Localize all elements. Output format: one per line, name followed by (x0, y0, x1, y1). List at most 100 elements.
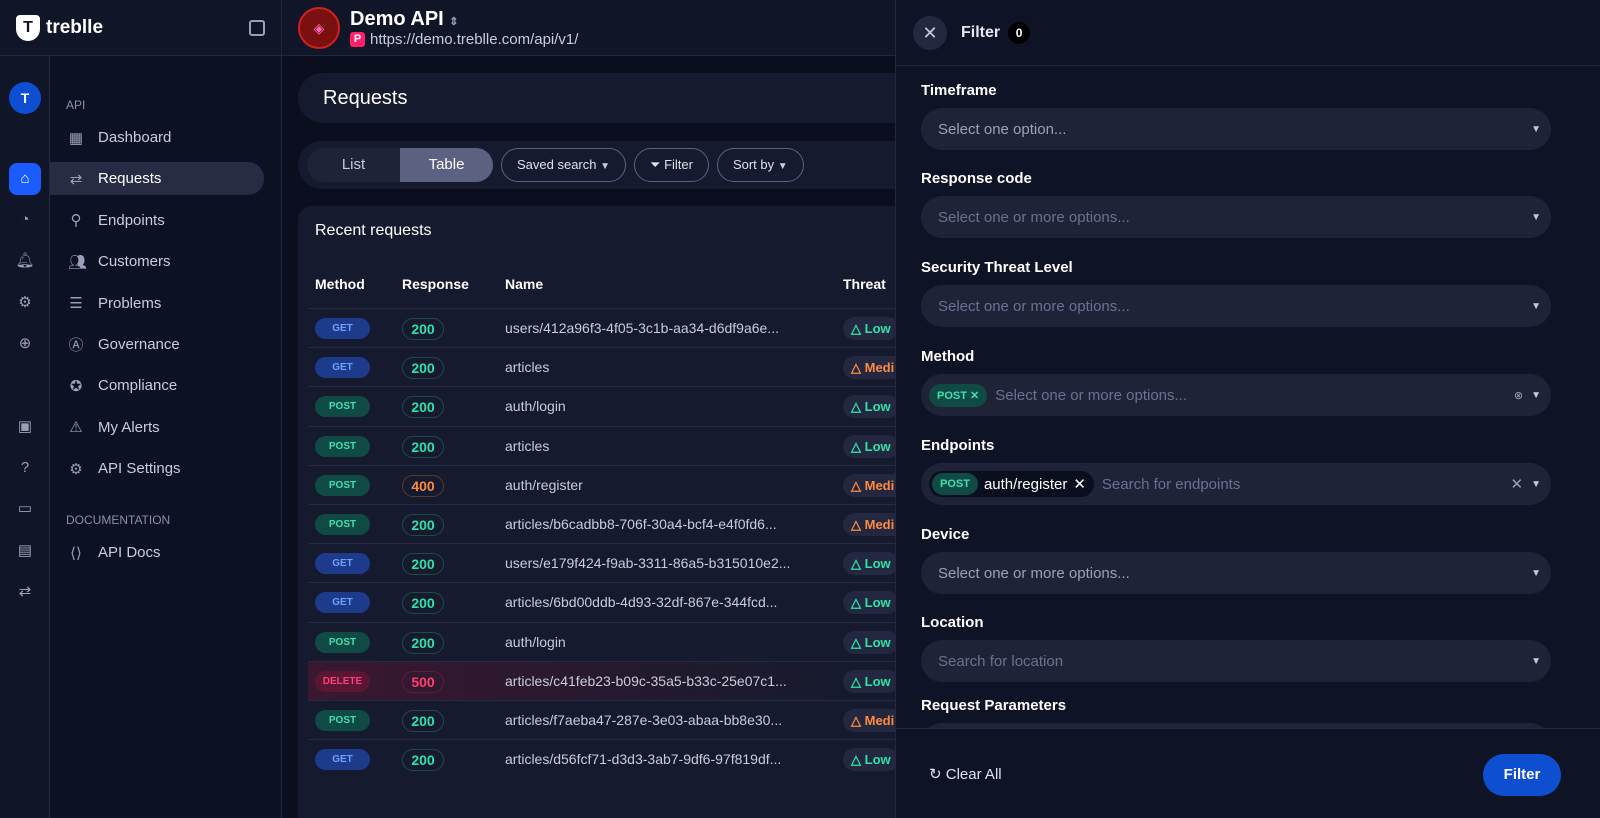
file-code-icon: ⟨⟩ (70, 544, 82, 562)
remove-icon[interactable]: ✕ (1073, 475, 1086, 493)
table-row[interactable]: GET 200 users/412a96f3-4f05-3c1b-aa34-d6… (308, 308, 902, 347)
select-input[interactable]: Select one or more options... ▼ (921, 552, 1551, 594)
placeholder: Select one or more options... (938, 564, 1130, 582)
environment-badge: P (350, 31, 365, 47)
gear-icon[interactable]: ⚙ (9, 287, 41, 319)
select-input[interactable]: Select one or more options... ▼ (921, 196, 1551, 238)
apply-filter-button[interactable]: Filter (1483, 754, 1561, 796)
sort-by-button[interactable]: Sort by ▼ (716, 148, 804, 182)
saved-search-label: Saved search (517, 157, 597, 172)
clear-icon[interactable]: ⊗ (1514, 389, 1523, 402)
triangle-icon: △ (851, 360, 861, 376)
select-input[interactable]: Select one option... ▼ (921, 108, 1551, 150)
table-row[interactable]: POST 200 articles/f7aeba47-287e-3e03-aba… (308, 700, 902, 739)
users-icon: 👥︎ (68, 253, 88, 271)
select-input[interactable]: POST auth/register ✕ Search for endpoints ✕ ▼ (921, 463, 1551, 505)
saved-search-button[interactable]: Saved search ▼ (501, 148, 627, 182)
sidebar-item-customers[interactable]: 👥︎ Customers (50, 245, 264, 278)
sidebar-item-dashboard[interactable]: ▦ Dashboard (50, 121, 264, 154)
table-row[interactable]: POST 200 articles/b6cadbb8-706f-30a4-bcf… (308, 504, 902, 543)
table-row[interactable]: GET 200 articles △ Medium (308, 347, 902, 386)
chat-icon[interactable]: ▭ (9, 493, 41, 525)
threat-badge: △ Medium (843, 709, 902, 732)
caret-down-icon: ▼ (1531, 567, 1541, 579)
docs-icon[interactable]: ▤ (9, 535, 41, 567)
main-content: Requests List Table Saved search ▼ ⏷ Fil… (282, 56, 902, 818)
filter-icon: ⏷ (650, 157, 661, 172)
tab-table[interactable]: Table (400, 148, 493, 182)
column-response[interactable]: Response (402, 276, 469, 292)
method-badge: POST (315, 710, 370, 731)
request-name: users/412a96f3-4f05-3c1b-aa34-d6df9a6e..… (505, 320, 779, 336)
table-row[interactable]: GET 200 articles/6bd00ddb-4d93-32df-867e… (308, 582, 902, 621)
bell-icon[interactable]: 🔔︎ (9, 245, 41, 277)
table-row[interactable]: POST 200 articles △ Low (308, 425, 902, 465)
table-row[interactable]: POST 200 auth/login △ Low (308, 386, 902, 425)
caret-down-icon: ▼ (777, 161, 788, 172)
threat-badge: △ Low (843, 669, 899, 693)
filter-label: Filter (664, 157, 693, 172)
treblle-logo[interactable]: Ttreblle (16, 14, 103, 41)
analytics-icon[interactable]: ◔ (9, 204, 41, 236)
sidebar-item-endpoints[interactable]: ⚲ Endpoints (50, 204, 264, 237)
sidebar-item-problems[interactable]: ☰ Problems (50, 287, 264, 320)
triangle-icon: △ (851, 321, 861, 336)
api-switcher[interactable]: Demo API ⇕ (350, 8, 578, 31)
table-row[interactable]: POST 200 auth/login △ Low (308, 621, 902, 661)
request-name: users/e179f424-f9ab-3311-86a5-b315010e2.… (505, 555, 791, 572)
sort-label: Sort by (732, 157, 775, 172)
tab-list[interactable]: List (307, 148, 400, 182)
select-input[interactable]: Search for location ▼ (921, 640, 1551, 682)
selected-method-chip[interactable]: POST ✕ (929, 383, 988, 407)
workspace-avatar[interactable]: T (9, 82, 41, 114)
threat-label: Low (864, 595, 891, 611)
sidebar-item-my-alerts[interactable]: ⚠ My Alerts (50, 411, 264, 444)
column-threat[interactable]: Threat (843, 276, 886, 292)
threat-badge: △ Low (843, 591, 899, 615)
page-title: Requests (298, 73, 902, 123)
sidebar-item-api-settings[interactable]: ⚙ API Settings (50, 452, 264, 485)
column-method[interactable]: Method (315, 276, 365, 292)
triangle-icon: △ (851, 477, 861, 493)
table-row[interactable]: GET 200 articles/d56fcf71-d3d3-3ab7-9df6… (308, 739, 902, 778)
chip-method: POST (932, 473, 978, 495)
table-row[interactable]: DELETE 500 articles/c41feb23-b09c-35a5-b… (308, 660, 902, 700)
close-icon[interactable]: ✕ (913, 15, 947, 50)
column-name[interactable]: Name (505, 276, 543, 292)
select-input[interactable]: Select one or more options... ▼ (921, 285, 1551, 327)
caret-down-icon: ▼ (1531, 478, 1541, 490)
section-api: API (66, 98, 86, 112)
toolbar: List Table Saved search ▼ ⏷ Filter Sort … (298, 141, 902, 189)
sidebar-item-governance[interactable]: Ⓐ Governance (50, 328, 264, 361)
sidebar-toggle-icon[interactable] (249, 19, 265, 36)
status-badge: 200 (402, 710, 444, 732)
table-row[interactable]: GET 200 users/e179f424-f9ab-3311-86a5-b3… (308, 543, 902, 582)
sidebar-item-requests[interactable]: ⇄ Requests (50, 162, 264, 196)
table-row[interactable]: POST 400 auth/register △ Medium (308, 464, 902, 504)
home-icon[interactable]: ⌂ (9, 163, 41, 195)
selected-endpoint-chip[interactable]: POST auth/register ✕ (929, 471, 1094, 497)
request-name: articles/d56fcf71-d3d3-3ab7-9df6-97f819d… (505, 751, 782, 768)
status-badge: 200 (402, 514, 444, 536)
remove-icon[interactable]: ✕ (970, 390, 979, 402)
threat-badge: △ Low (843, 552, 899, 576)
bookmark-icon[interactable]: ▣ (9, 411, 41, 443)
clear-all-button[interactable]: ↻ Clear All (929, 765, 1002, 783)
filter-field-security-threat-level: Security Threat Level Select one or more … (921, 259, 1551, 327)
threat-label: Low (864, 634, 891, 650)
sidebar-item-api-docs[interactable]: ⟨⟩ API Docs (50, 536, 264, 569)
caret-down-icon: ▼ (1531, 389, 1541, 401)
refresh-icon: ↻ (929, 766, 942, 783)
sidebar-item-compliance[interactable]: ✪ Compliance (50, 369, 264, 402)
switch-icon[interactable]: ⇄ (9, 576, 41, 608)
gear-icon: ⚙ (69, 460, 83, 478)
help-icon[interactable]: ? (9, 452, 41, 484)
filter-button[interactable]: ⏷ Filter (634, 148, 709, 182)
threat-label: Low (864, 399, 891, 415)
plus-circle-icon[interactable]: ⊕ (9, 328, 41, 360)
clear-icon[interactable]: ✕ (1511, 475, 1524, 493)
filter-field-location: Location Search for location ▼ (921, 614, 1551, 682)
api-url[interactable]: https://demo.treblle.com/api/v1/ (370, 31, 578, 48)
filter-field-method: Method POST ✕ Select one or more options..… (921, 348, 1551, 416)
select-input[interactable]: POST ✕ Select one or more options... ⊗ ▼ (921, 374, 1551, 416)
